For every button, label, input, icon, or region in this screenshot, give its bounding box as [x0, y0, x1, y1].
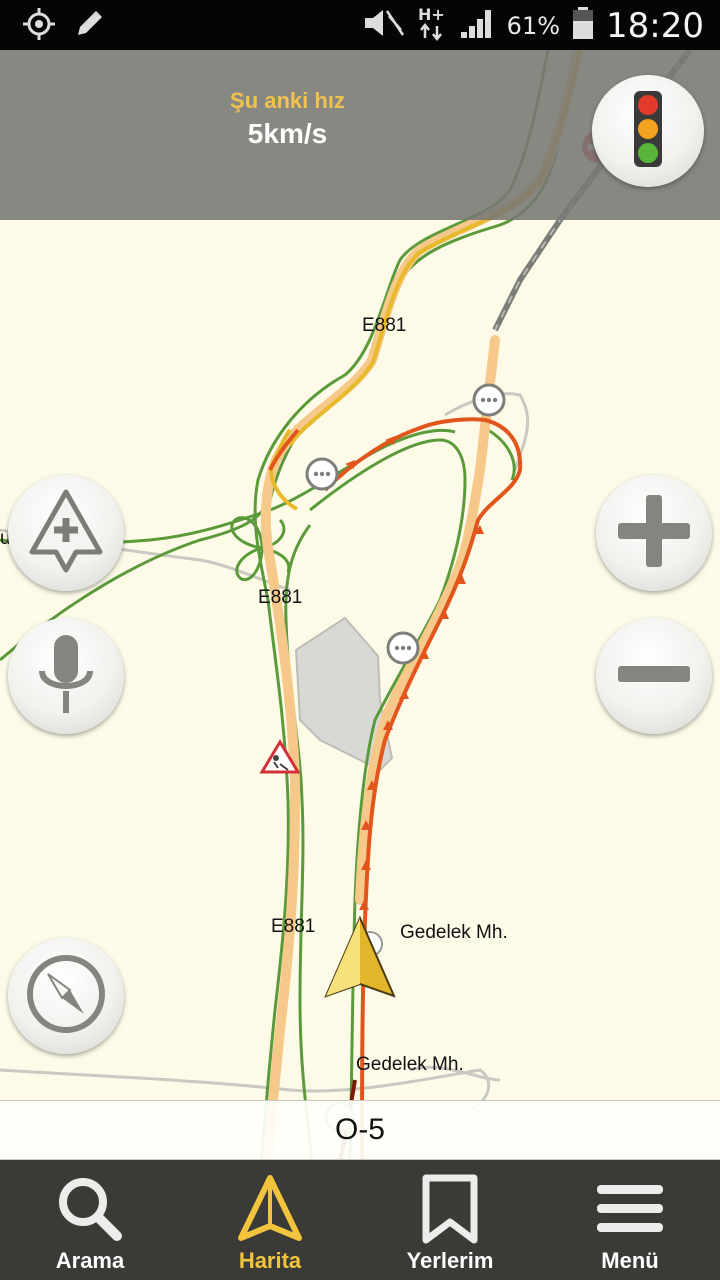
clock: 18:20: [606, 5, 704, 46]
current-position-arrow: [324, 915, 396, 998]
zoom-in-button[interactable]: [596, 475, 712, 591]
nav-map-label: Harita: [238, 1248, 302, 1273]
compass-icon: [24, 952, 108, 1041]
nav-places[interactable]: Yerlerim: [360, 1160, 540, 1280]
speed-title: Şu anki hız: [230, 88, 345, 113]
current-road-name: O-5: [334, 1113, 385, 1146]
menu-icon: [595, 1174, 665, 1244]
svg-text:H+: H+: [418, 5, 445, 24]
traffic-toggle-button[interactable]: [592, 75, 704, 187]
nav-search[interactable]: Arama: [0, 1160, 180, 1280]
search-icon: [55, 1174, 125, 1244]
current-road-bar: O-5: [0, 1100, 720, 1160]
mute-icon: [361, 6, 405, 45]
nav-menu-label: Menü: [601, 1248, 659, 1273]
traffic-light-icon: [628, 89, 668, 174]
battery-percent: 61%: [506, 11, 561, 40]
add-road-event-button[interactable]: [8, 475, 124, 591]
road-label-e881-mid: E881: [258, 587, 303, 608]
bookmark-icon: [420, 1174, 480, 1244]
nav-menu[interactable]: Menü: [540, 1160, 720, 1280]
map-arrow-icon: [237, 1174, 303, 1244]
road-label-e881-bottom: E881: [271, 916, 316, 937]
place-label-gedelek-2: Gedelek Mh.: [356, 1054, 464, 1075]
microphone-icon: [31, 629, 101, 724]
road-label-e881-top: E881: [362, 315, 407, 336]
bottom-nav: Arama Harita Yerlerim Menü: [0, 1160, 720, 1280]
battery-icon: [572, 6, 594, 45]
nav-map[interactable]: Harita: [180, 1160, 360, 1280]
signal-icon: [459, 6, 495, 45]
status-bar: H+ 61% 18:20: [0, 0, 720, 50]
nav-places-label: Yerlerim: [406, 1248, 494, 1273]
zoom-out-button[interactable]: [596, 618, 712, 734]
location-icon: [22, 7, 56, 46]
plus-icon: [614, 491, 694, 576]
nav-search-label: Arama: [55, 1248, 125, 1273]
edit-icon: [72, 7, 106, 46]
network-hplus-icon: H+: [417, 4, 447, 47]
place-label-gedelek-1: Gedelek Mh.: [400, 922, 508, 943]
add-road-event-icon: [26, 486, 106, 581]
speed-value: 5km/s: [247, 118, 328, 149]
compass-button[interactable]: [8, 938, 124, 1054]
voice-search-button[interactable]: [8, 618, 124, 734]
minus-icon: [614, 662, 694, 691]
map-view[interactable]: E881 E881 E881 Gedelek Mh. Gedelek Mh. u…: [0, 50, 720, 1160]
